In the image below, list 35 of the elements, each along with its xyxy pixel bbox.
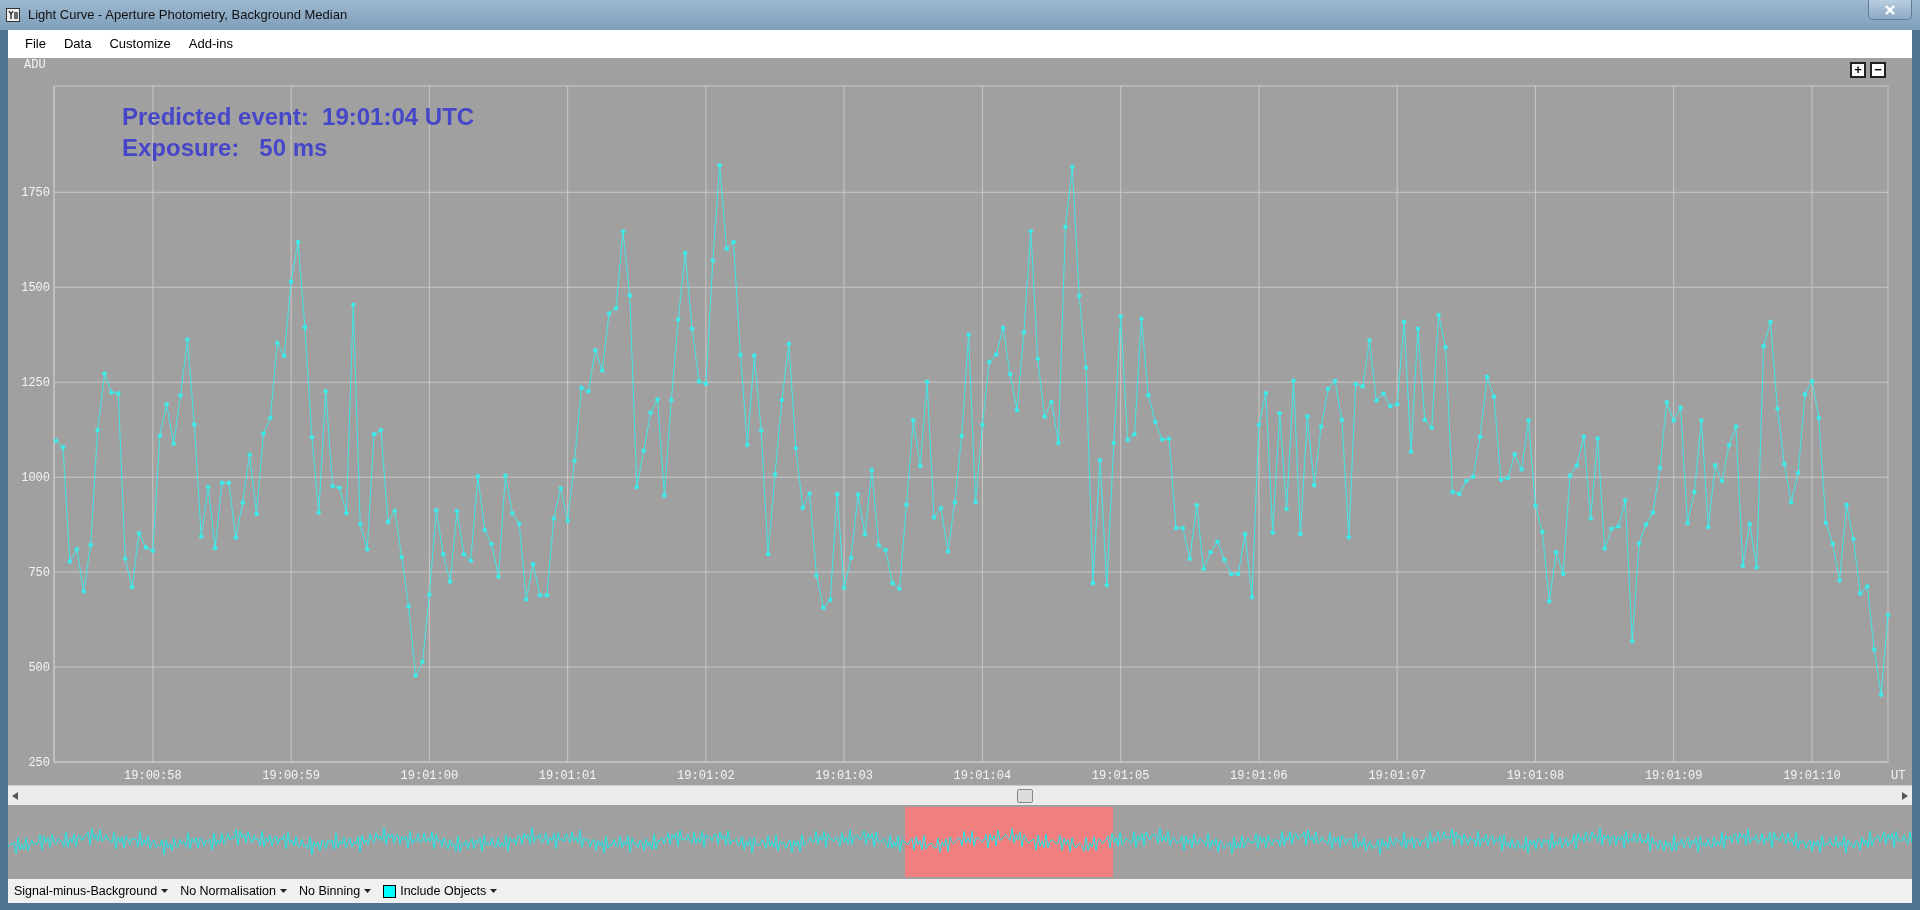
y-axis-label: 500	[28, 661, 50, 676]
menu-item[interactable]: Data	[54, 32, 101, 56]
x-axis-label: 19:01:00	[400, 769, 459, 783]
menu-item[interactable]: Customize	[100, 32, 180, 56]
x-axis-label: 19:01:10	[1783, 769, 1841, 783]
y-axis-label: 1000	[21, 471, 50, 486]
y-axis-title: ADU	[24, 58, 46, 72]
chart-annotation: Exposure: 50 ms	[122, 133, 329, 163]
menu-item[interactable]: Add-ins	[179, 32, 242, 56]
dropdown-button[interactable]: No Binning	[293, 881, 378, 901]
x-axis-label: 19:01:07	[1368, 769, 1426, 783]
x-axis-label: 19:01:05	[1091, 769, 1150, 783]
x-axis-label: 19:01:09	[1644, 769, 1703, 783]
zoom-button[interactable]: −	[1870, 62, 1886, 78]
y-axis-label: 1250	[21, 376, 50, 391]
chart-annotation: Predicted event: 19:01:04 UTC	[122, 102, 475, 132]
zoom-button[interactable]: +	[1850, 62, 1866, 78]
y-axis-label: 1500	[21, 281, 50, 296]
menu-item[interactable]: File	[16, 32, 55, 56]
x-axis-label: 19:01:03	[815, 769, 873, 783]
y-axis-label: 1750	[21, 186, 50, 201]
x-axis-title: UT	[1891, 769, 1906, 783]
x-axis-label: 19:00:58	[124, 769, 182, 783]
dropdown-button[interactable]: No Normalisation	[174, 881, 293, 901]
x-axis-label: 19:01:04	[953, 769, 1012, 783]
y-axis-label: 250	[28, 756, 50, 770]
window-title: Light Curve - Aperture Photometry, Background Median	[28, 6, 348, 25]
y-axis-label: 750	[28, 566, 50, 581]
dropdown-button[interactable]: Signal-minus-Background	[8, 881, 175, 901]
dropdown-button[interactable]: Include Objects	[377, 881, 504, 901]
x-axis-label: 19:01:02	[677, 769, 735, 783]
x-axis-label: 19:01:08	[1506, 769, 1565, 783]
x-axis-label: 19:00:59	[262, 769, 320, 783]
x-axis-label: 19:01:01	[538, 769, 597, 783]
x-axis-label: 19:01:06	[1230, 769, 1288, 783]
